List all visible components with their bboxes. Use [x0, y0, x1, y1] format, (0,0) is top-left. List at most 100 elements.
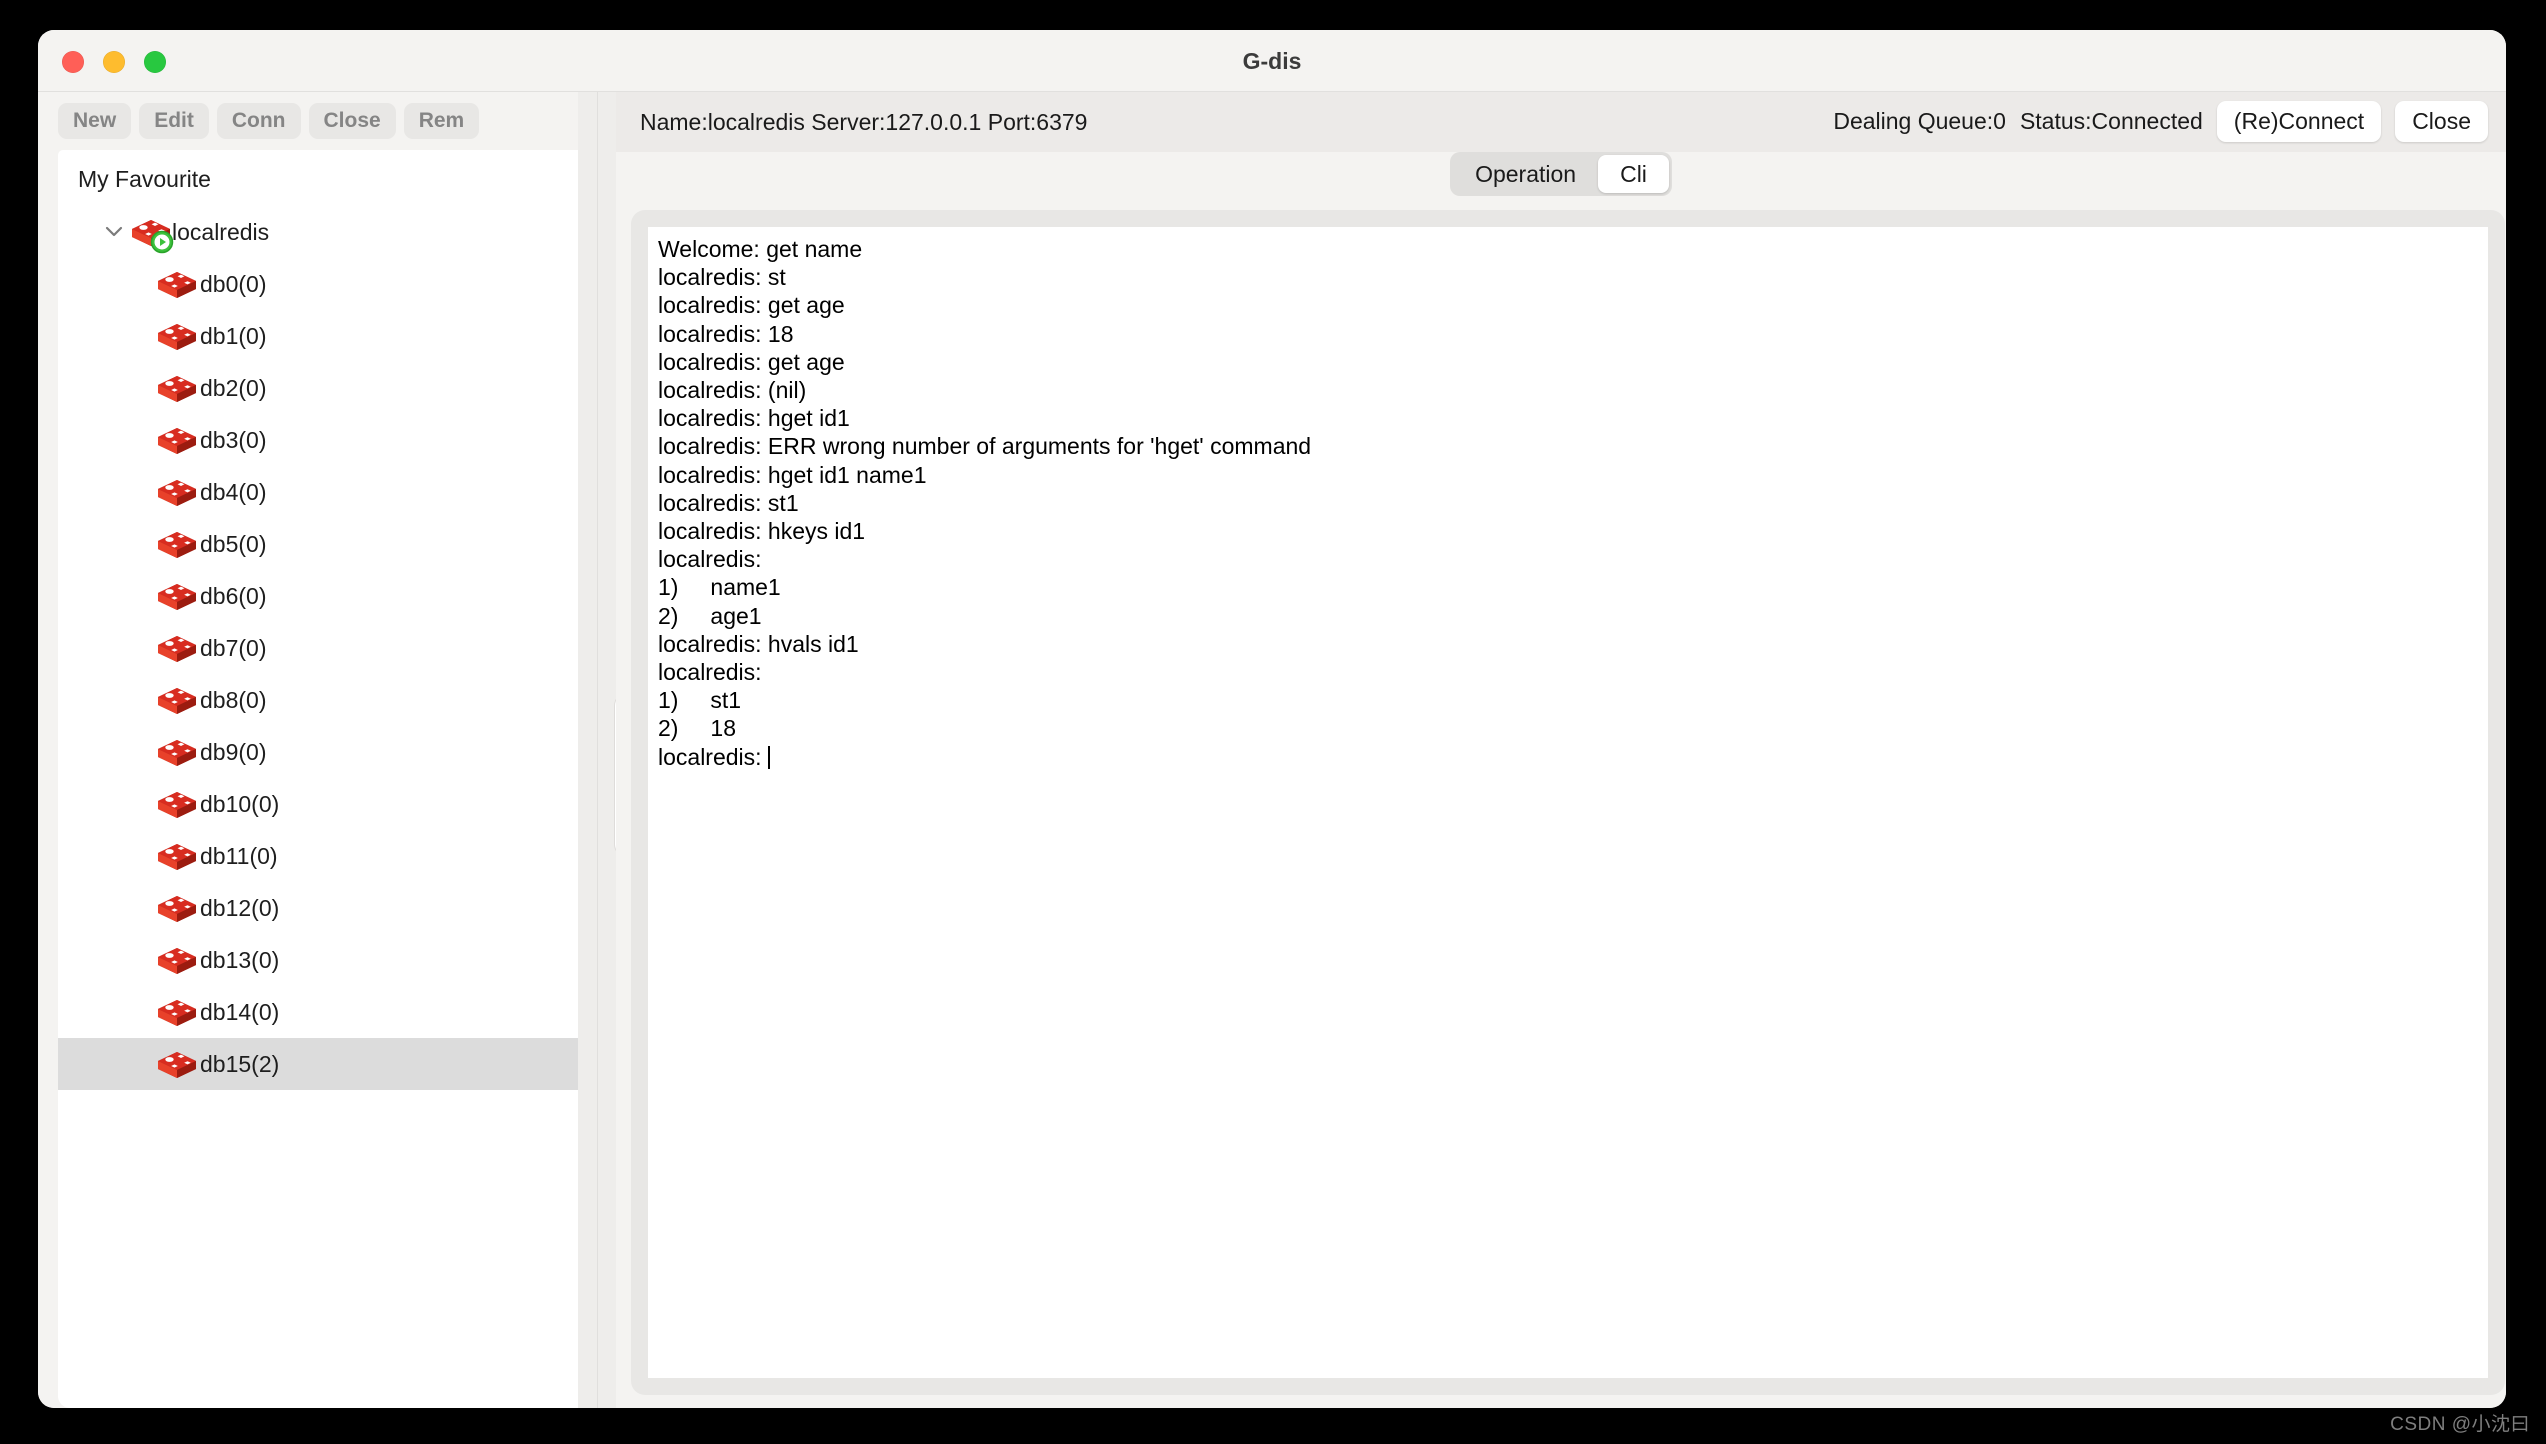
tree-item-label: db3(0) [200, 426, 267, 453]
redis-icon-svg [158, 584, 196, 610]
redis-icon [156, 892, 198, 924]
connection-status-bar: Name:localredis Server:127.0.0.1 Port:63… [616, 92, 2506, 152]
chevron-down-icon-svg [105, 226, 123, 237]
reconnect-button[interactable]: (Re)Connect [2216, 101, 2382, 142]
tree-item-label: db7(0) [200, 634, 267, 661]
tree-item-db5[interactable]: db5(0) [58, 518, 578, 570]
favourites-tree: localredis db0(0) db1(0) db2(0) db3(0) d… [58, 206, 578, 1090]
tree-item-label: db10(0) [200, 790, 280, 817]
console-line: localredis: get age [658, 292, 845, 319]
tree-item-db10[interactable]: db10(0) [58, 778, 578, 830]
window-title: G-dis [1242, 48, 1302, 74]
cli-console-output[interactable]: Welcome: get name localredis: st localredi… [648, 227, 2488, 1378]
redis-icon-svg [158, 324, 196, 350]
status-label: Status:Connected [2019, 108, 2203, 134]
console-line: localredis: get age [658, 348, 845, 375]
tree-item-db8[interactable]: db8(0) [58, 674, 578, 726]
console-line: localredis: hget id1 [658, 405, 850, 432]
tree-item-label: db12(0) [200, 894, 280, 921]
main-pane: Name:localredis Server:127.0.0.1 Port:63… [616, 92, 2506, 1408]
tree-item-db1[interactable]: db1(0) [58, 310, 578, 362]
dealing-queue-label: Dealing Queue:0 [1833, 108, 2006, 134]
tree-item-db4[interactable]: db4(0) [58, 466, 578, 518]
remove-connection-button[interactable]: Rem [403, 103, 480, 139]
tab-group: Operation Cli [1450, 152, 1672, 196]
favourites-tree-panel: My Favourite localredis db0(0) db1(0) db… [58, 150, 578, 1408]
tree-item-db7[interactable]: db7(0) [58, 622, 578, 674]
redis-icon [156, 476, 198, 508]
tree-item-db11[interactable]: db11(0) [58, 830, 578, 882]
tree-item-db2[interactable]: db2(0) [58, 362, 578, 414]
pane-splitter[interactable] [578, 92, 650, 1408]
redis-icon-svg [158, 636, 196, 662]
sidebar-pane: New Edit Conn Close Rem My Favourite loc… [38, 92, 578, 1408]
tree-item-label: db5(0) [200, 530, 267, 557]
redis-icon [156, 1048, 198, 1080]
tree-item-label: db13(0) [200, 946, 280, 973]
tree-item-label: db14(0) [200, 998, 280, 1025]
console-prompt: localredis: [658, 743, 768, 770]
redis-icon [156, 372, 198, 404]
tree-item-db12[interactable]: db12(0) [58, 882, 578, 934]
console-line: 2) 18 [658, 715, 736, 742]
redis-icon [156, 528, 198, 560]
tree-item-label: db8(0) [200, 686, 267, 713]
console-line: 1) name1 [658, 574, 781, 601]
edit-connection-button[interactable]: Edit [139, 103, 209, 139]
tree-item-db15[interactable]: db15(2) [58, 1038, 578, 1090]
tree-item-db0[interactable]: db0(0) [58, 258, 578, 310]
redis-icon [156, 424, 198, 456]
console-line: localredis: (nil) [658, 377, 807, 404]
sidebar-toolbar: New Edit Conn Close Rem [38, 92, 578, 150]
tree-item-label: db9(0) [200, 738, 267, 765]
console-line: 2) age1 [658, 602, 762, 629]
tree-item-db6[interactable]: db6(0) [58, 570, 578, 622]
tree-item-label: db2(0) [200, 374, 267, 401]
chevron-down-icon[interactable] [104, 206, 124, 258]
tree-item-db3[interactable]: db3(0) [58, 414, 578, 466]
close-connection-button[interactable]: Close [308, 103, 396, 139]
redis-icon [156, 944, 198, 976]
redis-icon-svg [158, 532, 196, 558]
tree-item-localredis[interactable]: localredis [58, 206, 578, 258]
tree-item-label: db15(2) [200, 1050, 280, 1077]
redis-icon-svg [158, 948, 196, 974]
redis-icon [156, 736, 198, 768]
redis-icon-svg [158, 740, 196, 766]
watermark-text: CSDN @小沈曰 [2390, 1414, 2530, 1435]
tab-bar: Operation Cli [616, 152, 2506, 204]
redis-icon-svg [158, 1052, 196, 1078]
splitter-divider [597, 92, 598, 1408]
tree-item-label: db11(0) [200, 842, 278, 869]
favourites-title: My Favourite [78, 166, 211, 192]
connected-badge [150, 230, 174, 254]
redis-icon-svg [158, 1000, 196, 1026]
connection-info-text: Name:localredis Server:127.0.0.1 Port:63… [640, 109, 1088, 135]
connection-actions: Dealing Queue:0 Status:Connected (Re)Con… [1833, 101, 2488, 142]
redis-icon [156, 320, 198, 352]
close-session-button[interactable]: Close [2395, 101, 2488, 142]
console-line: localredis: hget id1 name1 [658, 461, 927, 488]
tab-cli[interactable]: Cli [1598, 155, 1669, 193]
redis-icon-svg [158, 272, 196, 298]
tree-item-label: db4(0) [200, 478, 267, 505]
console-line: localredis: ERR wrong number of argument… [658, 433, 1312, 460]
connect-button[interactable]: Conn [216, 103, 301, 139]
tree-item-label: db1(0) [200, 322, 267, 349]
tree-item-label: db6(0) [200, 582, 267, 609]
tree-item-db9[interactable]: db9(0) [58, 726, 578, 778]
redis-icon [156, 788, 198, 820]
titlebar: G-dis [38, 30, 2506, 92]
redis-icon [156, 580, 198, 612]
new-connection-button[interactable]: New [58, 103, 132, 139]
app-window: G-dis New Edit Conn Close Rem My Favouri… [38, 30, 2506, 1408]
tree-item-db13[interactable]: db13(0) [58, 934, 578, 986]
console-prompt-line[interactable]: localredis: [658, 743, 2488, 771]
redis-icon [156, 684, 198, 716]
connected-badge-svg [150, 230, 174, 254]
redis-icon-svg [158, 428, 196, 454]
redis-icon [156, 268, 198, 300]
sidebar-toolbar-buttons: New Edit Conn Close Rem [58, 103, 480, 139]
tree-item-db14[interactable]: db14(0) [58, 986, 578, 1038]
tab-operation[interactable]: Operation [1453, 155, 1598, 193]
